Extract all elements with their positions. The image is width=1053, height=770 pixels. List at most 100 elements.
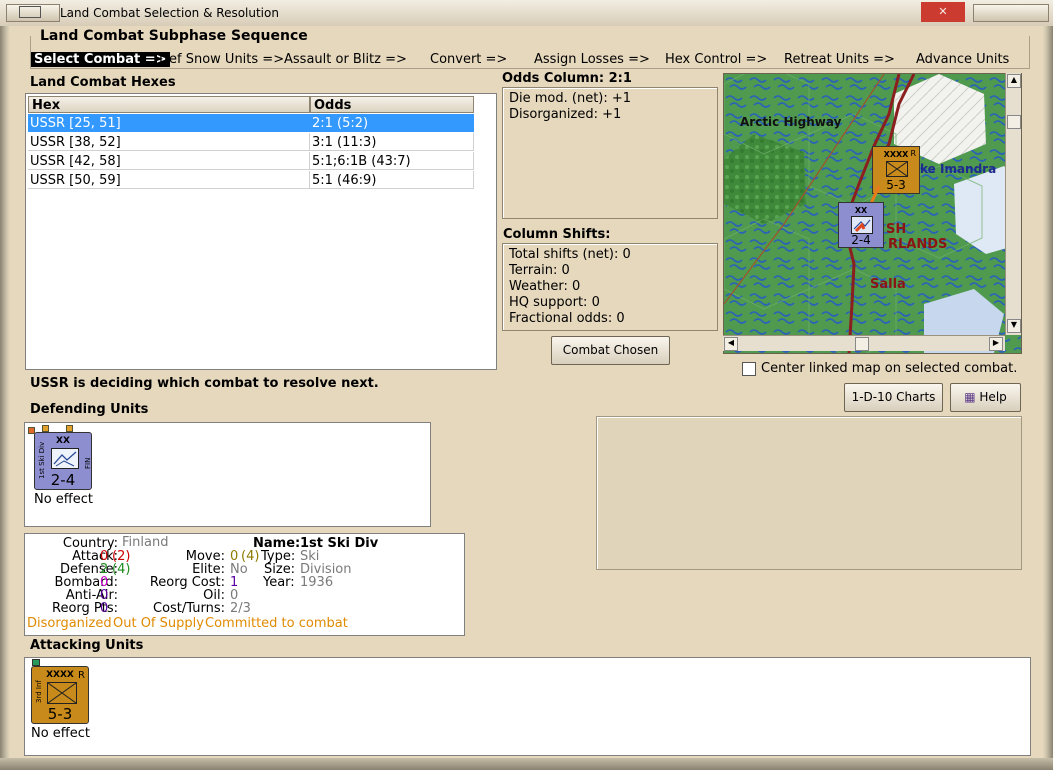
combat-results-area: [596, 416, 1022, 570]
status-marker-icon: [42, 425, 49, 432]
combat-chosen-button[interactable]: Combat Chosen: [551, 336, 670, 365]
step-convert: Convert =>: [430, 52, 508, 67]
charts-button[interactable]: 1-D-10 Charts: [844, 383, 943, 412]
unit-details-panel: Country: Finland Name: 1st Ski Div Attac…: [24, 533, 465, 636]
window-menu-button[interactable]: [6, 4, 60, 22]
hex-cell: USSR [25, 51]: [28, 114, 310, 132]
map-vertical-scrollbar[interactable]: ▲ ▼: [1005, 73, 1021, 335]
center-map-label: Center linked map on selected combat.: [761, 361, 1018, 376]
shifts-title: Column Shifts:: [503, 227, 611, 242]
combat-hexes-table[interactable]: Hex Odds USSR [25, 51] 2:1 (5:2) USSR [3…: [25, 93, 497, 370]
map-label-lake-imandra: ke Imandra: [920, 162, 997, 176]
fractional-odds-line: Fractional odds: 0: [509, 311, 625, 326]
table-row[interactable]: USSR [42, 58] 5:1;6:1B (43:7): [28, 152, 474, 171]
linked-map[interactable]: Arctic Highway ke Imandra SH RLANDS Sall…: [723, 73, 1022, 354]
status-marker-icon: [28, 427, 35, 434]
hex-cell: USSR [50, 59]: [28, 171, 310, 189]
attacking-units-panel[interactable]: XXXX R 3rd Inf 5-3 No effect: [24, 657, 1031, 756]
odds-cell: 2:1 (5:2): [310, 114, 474, 132]
flag-disorganized: Disorganized: [27, 616, 112, 631]
total-shifts-line: Total shifts (net): 0: [509, 247, 631, 262]
step-def-snow-units: Def Snow Units =>: [159, 52, 285, 67]
hex-cell: USSR [42, 58]: [28, 152, 310, 170]
unit-nation-label: FIN: [84, 457, 92, 469]
weather-line: Weather: 0: [509, 279, 581, 294]
table-row[interactable]: USSR [50, 59] 5:1 (46:9): [28, 171, 474, 190]
title-bar: Land Combat Selection & Resolution ✕: [0, 0, 1053, 27]
step-advance-units: Advance Units: [916, 52, 1010, 67]
subphase-title: Land Combat Subphase Sequence: [38, 28, 310, 44]
status-marker-icon: [32, 659, 40, 666]
ski-symbol-icon: [51, 448, 79, 469]
unit-strength: 5-3: [47, 705, 73, 723]
attacker-result: No effect: [31, 726, 91, 741]
attacking-title: Attacking Units: [30, 638, 144, 653]
close-button[interactable]: ✕: [921, 2, 965, 22]
map-label-sh: SH: [886, 222, 907, 237]
reserve-marker: R: [78, 670, 85, 681]
hex-cell: USSR [38, 52]: [28, 133, 310, 151]
scroll-thumb[interactable]: [1007, 115, 1021, 129]
step-assign-losses: Assign Losses =>: [534, 52, 650, 67]
disorganized-line: Disorganized: +1: [509, 107, 622, 122]
cost-turns-value: 2/3: [230, 601, 251, 616]
map-label-salla: Salla: [870, 277, 906, 292]
step-select-combat: Select Combat =>: [31, 52, 170, 67]
infantry-symbol-icon: [47, 682, 77, 704]
close-icon: ✕: [938, 5, 948, 18]
reorg-pts-value: 0: [100, 601, 109, 616]
reserve-marker: R: [910, 149, 916, 158]
map-defender-counter[interactable]: XX 2-4: [838, 202, 884, 248]
year-value: 1936: [300, 575, 334, 590]
window-bottom-edge: [0, 758, 1053, 770]
column-header-hex[interactable]: Hex: [28, 96, 310, 113]
window-title: Land Combat Selection & Resolution: [60, 6, 279, 20]
hq-support-line: HQ support: 0: [509, 295, 600, 310]
odds-cell: 5:1;6:1B (43:7): [310, 152, 474, 170]
country-value: Finland: [122, 535, 169, 550]
step-assault-or-blitz: Assault or Blitz =>: [284, 52, 407, 67]
book-icon: ▦: [964, 390, 976, 404]
status-marker-icon: [66, 425, 73, 432]
odds-box: Die mod. (net): +1 Disorganized: +1: [502, 87, 718, 219]
scroll-right-icon[interactable]: ▶: [989, 337, 1003, 351]
status-message: USSR is deciding which combat to resolve…: [30, 376, 379, 391]
hexes-title: Land Combat Hexes: [30, 75, 176, 90]
table-row[interactable]: USSR [25, 51] 2:1 (5:2): [28, 114, 474, 133]
infantry-symbol-icon: [886, 161, 908, 177]
defending-title: Defending Units: [30, 402, 149, 417]
shifts-box: Total shifts (net): 0 Terrain: 0 Weather…: [502, 243, 718, 331]
help-label: Help: [979, 390, 1007, 404]
map-label-arctic-highway: Arctic Highway: [740, 115, 842, 129]
step-hex-control: Hex Control =>: [665, 52, 768, 67]
window-controls[interactable]: [973, 4, 1049, 22]
column-header-odds[interactable]: Odds: [310, 96, 474, 113]
help-button[interactable]: ▦ Help: [950, 383, 1021, 412]
defending-units-panel[interactable]: XX 1st Ski Div FIN 2-4 No effect: [24, 422, 431, 527]
flag-out-of-supply: Out Of Supply: [113, 616, 204, 631]
map-label-rlands: RLANDS: [888, 237, 948, 252]
unit-strength: 2-4: [851, 233, 871, 247]
step-retreat-units: Retreat Units =>: [784, 52, 895, 67]
odds-cell: 3:1 (11:3): [310, 133, 474, 151]
restore-icon: [19, 6, 41, 18]
scroll-thumb[interactable]: [855, 337, 869, 351]
attacker-unit-counter[interactable]: XXXX R 3rd Inf 5-3: [31, 666, 89, 724]
map-horizontal-scrollbar[interactable]: ◀ ▶: [723, 335, 1005, 351]
unit-size-label: XX: [854, 206, 868, 215]
scroll-left-icon[interactable]: ◀: [724, 337, 738, 351]
die-mod-line: Die mod. (net): +1: [509, 91, 632, 106]
center-map-checkbox[interactable]: [742, 362, 756, 376]
odds-cell: 5:1 (46:9): [310, 171, 474, 189]
table-row[interactable]: USSR [38, 52] 3:1 (11:3): [28, 133, 474, 152]
defender-unit-counter[interactable]: XX 1st Ski Div FIN 2-4: [34, 432, 92, 490]
scroll-down-icon[interactable]: ▼: [1007, 319, 1021, 333]
defender-result: No effect: [34, 492, 94, 507]
terrain-line: Terrain: 0: [509, 263, 570, 278]
scroll-up-icon[interactable]: ▲: [1007, 74, 1021, 88]
unit-strength: 2-4: [50, 471, 76, 489]
flag-committed: Committed to combat: [205, 616, 348, 631]
ski-symbol-icon: [851, 216, 873, 234]
odds-title: Odds Column: 2:1: [502, 71, 632, 86]
unit-side-label: 3rd Inf: [35, 680, 43, 703]
